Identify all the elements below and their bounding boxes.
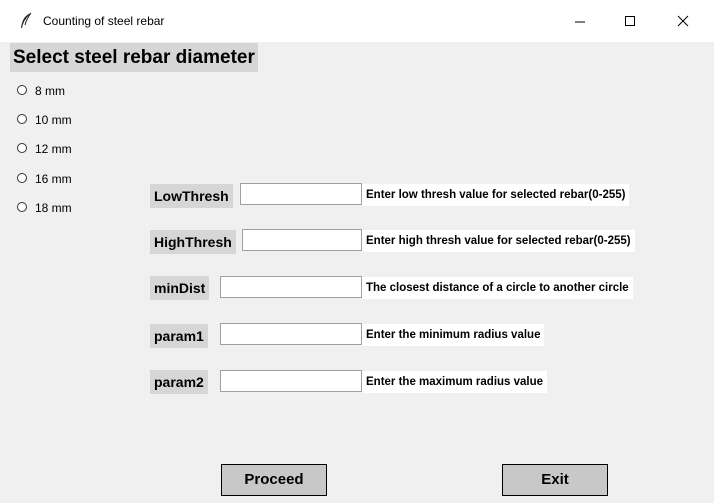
radio-circle[interactable] <box>17 85 27 95</box>
highthresh-hint: Enter high thresh value for selected reb… <box>362 230 635 252</box>
title-bar[interactable]: Counting of steel rebar <box>0 0 714 42</box>
highthresh-input[interactable] <box>242 229 362 251</box>
mindist-input[interactable] <box>220 276 362 298</box>
exit-button[interactable]: Exit <box>502 464 608 496</box>
param2-input[interactable] <box>220 370 362 392</box>
app-window: Counting of steel rebar Select steel reb… <box>0 0 714 503</box>
radio-label: 8 mm <box>35 84 65 98</box>
minimize-button[interactable] <box>557 0 603 42</box>
lowthresh-label: LowThresh <box>150 184 233 208</box>
page-title: Select steel rebar diameter <box>10 43 258 72</box>
param1-hint: Enter the minimum radius value <box>362 324 545 346</box>
feather-icon <box>19 12 33 30</box>
radio-label: 10 mm <box>35 113 72 127</box>
lowthresh-input[interactable] <box>240 183 362 205</box>
mindist-label: minDist <box>150 276 210 300</box>
close-button[interactable] <box>660 0 706 42</box>
param2-hint: Enter the maximum radius value <box>362 371 548 393</box>
radio-label: 12 mm <box>35 142 72 156</box>
param1-label: param1 <box>150 324 208 348</box>
lowthresh-hint: Enter low thresh value for selected reba… <box>362 184 630 206</box>
radio-label: 18 mm <box>35 201 72 215</box>
radio-circle[interactable] <box>17 173 27 183</box>
window-title: Counting of steel rebar <box>43 14 165 28</box>
radio-circle[interactable] <box>17 114 27 124</box>
proceed-button[interactable]: Proceed <box>221 464 327 496</box>
param2-label: param2 <box>150 370 208 394</box>
radio-circle[interactable] <box>17 143 27 153</box>
mindist-hint: The closest distance of a circle to anot… <box>362 277 633 299</box>
highthresh-label: HighThresh <box>150 230 236 254</box>
radio-circle[interactable] <box>17 202 27 212</box>
maximize-button[interactable] <box>607 0 653 42</box>
radio-label: 16 mm <box>35 172 72 186</box>
param1-input[interactable] <box>220 323 362 345</box>
